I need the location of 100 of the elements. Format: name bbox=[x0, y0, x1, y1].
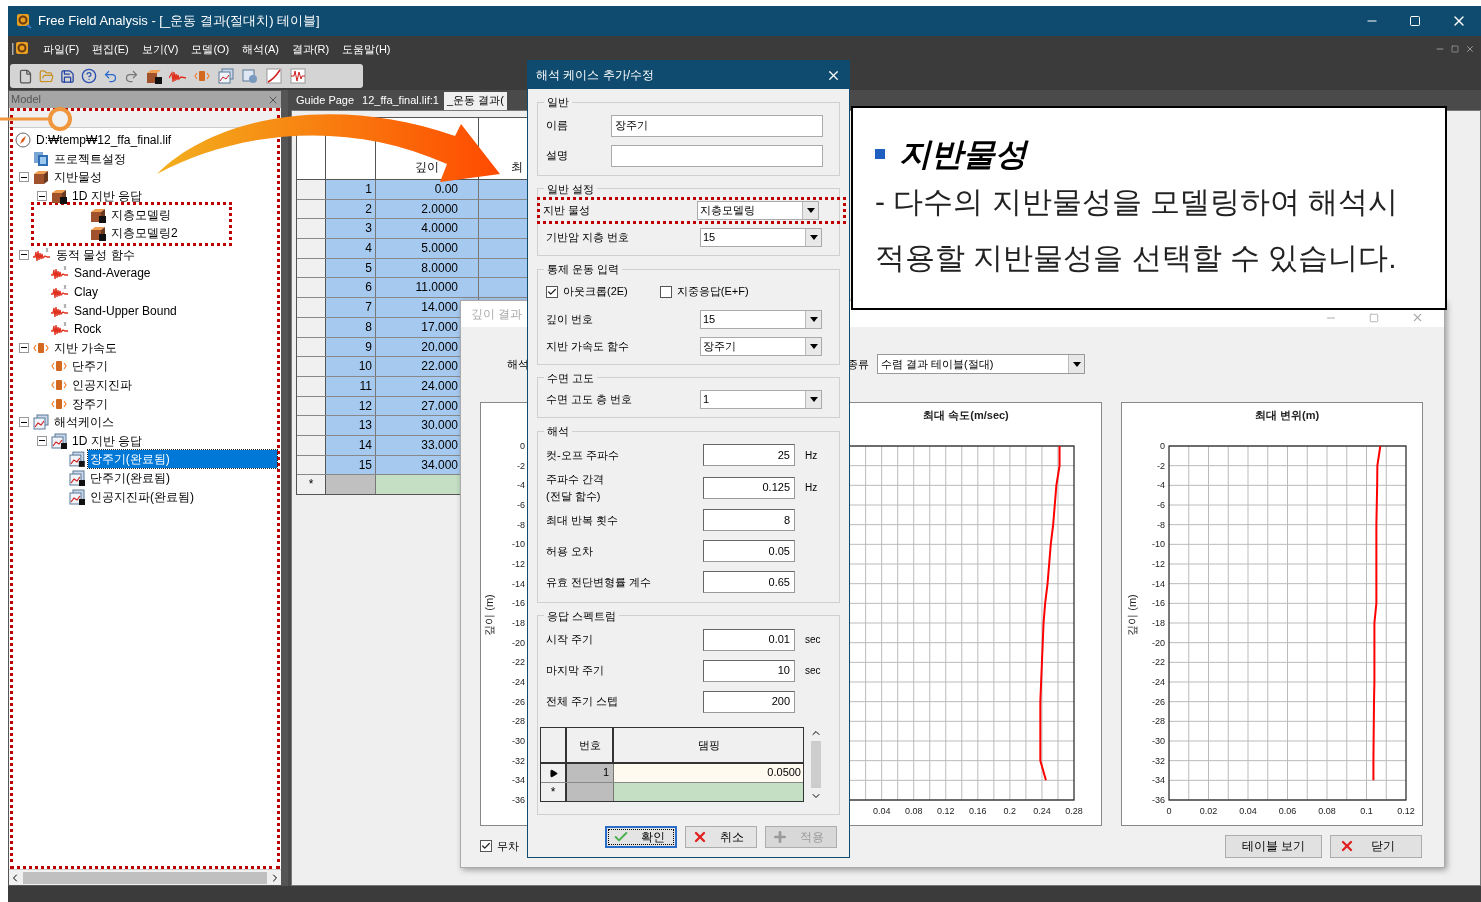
number-field[interactable]: 0.05 bbox=[703, 540, 795, 562]
number-field[interactable]: 25 bbox=[703, 444, 795, 466]
tick-label: -16 bbox=[1152, 597, 1165, 608]
table-cell: 4 bbox=[326, 239, 376, 258]
tick-label: -32 bbox=[512, 755, 525, 766]
menu-item[interactable]: 편집(E) bbox=[92, 40, 129, 58]
panel-title: Model bbox=[11, 92, 41, 108]
number-field[interactable]: 10 bbox=[703, 659, 795, 682]
dropdown[interactable]: 지층모델링 bbox=[697, 201, 819, 220]
group-title: 응답 스펙트럼 bbox=[546, 608, 618, 624]
number-field[interactable]: 0.125 bbox=[703, 476, 795, 499]
document-tab[interactable]: 12_ffa_final.lif:1 bbox=[359, 92, 442, 110]
tree-item[interactable]: 지반 가속도 bbox=[52, 338, 120, 357]
tree-item[interactable]: D:₩temp₩12_ffa_final.lif bbox=[34, 131, 174, 150]
menu-item[interactable]: 모델(O) bbox=[191, 40, 230, 58]
checkbox[interactable]: 아웃크롭(2E) bbox=[546, 283, 628, 300]
tick-label: -22 bbox=[512, 656, 525, 667]
tick-label: 0 bbox=[1160, 440, 1165, 451]
dropdown[interactable]: 15 bbox=[700, 228, 822, 247]
dialog-button[interactable]: 확인 bbox=[605, 826, 677, 848]
dialog-button[interactable]: 취소 bbox=[685, 826, 757, 848]
tree-item[interactable]: 지반물성 bbox=[52, 168, 104, 187]
number-field[interactable]: 0.65 bbox=[703, 571, 795, 593]
number-field[interactable]: 200 bbox=[703, 690, 795, 713]
tree-item[interactable]: Sand-Upper Bound bbox=[72, 301, 179, 320]
menu-item[interactable]: 보기(V) bbox=[141, 40, 179, 58]
tree-item[interactable]: 해석케이스 bbox=[52, 413, 116, 432]
tree-item[interactable]: Rock bbox=[72, 320, 104, 339]
tick-label: -12 bbox=[1152, 558, 1165, 569]
tree-item[interactable]: 장주기 bbox=[70, 394, 110, 413]
unit-label: Hz bbox=[805, 448, 818, 463]
field-label: 허용 오차 bbox=[545, 543, 595, 559]
field-label: 지반 가속도 함수 bbox=[545, 338, 631, 354]
tick-label: 0.2 bbox=[1003, 805, 1017, 816]
number-field[interactable]: 8 bbox=[703, 509, 795, 531]
group-title: 일반 bbox=[546, 95, 570, 110]
tree-item[interactable]: 장주기(완료됨) bbox=[87, 450, 277, 469]
dropdown[interactable]: 수렴 결과 테이블(절대) bbox=[877, 354, 1085, 375]
field-label: 해석 bbox=[507, 356, 529, 372]
tick-label: -2 bbox=[517, 460, 525, 471]
checkbox[interactable]: 무차 bbox=[480, 838, 519, 855]
document-tab[interactable]: _운동 결과( bbox=[443, 92, 507, 110]
menu-item[interactable]: 도움말(H) bbox=[342, 40, 391, 58]
tree-item[interactable]: 1D 지반 응답 bbox=[70, 431, 144, 450]
tree-item[interactable]: 지층모델링2 bbox=[109, 224, 180, 243]
window-button[interactable]: 테이블 보기 bbox=[1225, 834, 1322, 858]
tick-label: -8 bbox=[517, 519, 525, 530]
dropdown[interactable]: 15 bbox=[700, 309, 822, 329]
menu-item[interactable]: 결과(R) bbox=[291, 40, 330, 58]
checkbox[interactable]: 지중응답(E+F) bbox=[659, 283, 749, 300]
unit-label: sec bbox=[805, 664, 821, 678]
menu-item[interactable]: 파일(F) bbox=[43, 40, 80, 58]
tree-item[interactable]: 지층모델링 bbox=[109, 205, 173, 224]
tick-label: -16 bbox=[512, 597, 525, 608]
unit-label: Hz bbox=[805, 481, 818, 495]
tick-label: -2 bbox=[1157, 460, 1165, 471]
field-label: 전체 주기 스텝 bbox=[545, 694, 620, 709]
tick-label: -34 bbox=[1152, 774, 1165, 785]
tree-item[interactable]: 1D 지반 응답 bbox=[70, 187, 144, 206]
field-label: 이름 bbox=[545, 118, 569, 134]
tick-label: -14 bbox=[512, 578, 525, 589]
tick-label: -20 bbox=[512, 637, 525, 648]
group-title: 통제 운동 입력 bbox=[546, 262, 621, 277]
axis-label: 깊이 (m) bbox=[1126, 593, 1138, 636]
tree-item[interactable]: Sand-Average bbox=[72, 264, 153, 283]
callout-heading: 지반물성 bbox=[899, 135, 1027, 174]
tree-item[interactable]: 인공지진파 bbox=[70, 376, 134, 394]
field-label: 기반암 지층 번호 bbox=[545, 230, 631, 246]
table-cell: 10 bbox=[326, 357, 376, 376]
tick-label: 0.08 bbox=[1318, 805, 1336, 816]
group-title: 일반 설정 bbox=[546, 181, 596, 197]
tick-label: -20 bbox=[1152, 637, 1165, 648]
tree-item[interactable]: Clay bbox=[72, 283, 100, 302]
tree-item[interactable]: 동적 물성 함수 bbox=[54, 245, 137, 264]
text-field[interactable]: 장주기 bbox=[611, 114, 823, 137]
menu-item[interactable]: 해석(A) bbox=[242, 40, 279, 58]
group-title: 해석 bbox=[546, 424, 570, 439]
field-label: 최대 반복 횟수 bbox=[545, 512, 620, 528]
tick-label: -4 bbox=[1157, 479, 1165, 490]
tick-label: 0.16 bbox=[969, 805, 987, 816]
field-label: 깊이 번호 bbox=[545, 311, 595, 327]
tree-item[interactable]: 프로젝트설정 bbox=[52, 149, 128, 168]
tick-label: 0.28 bbox=[1065, 805, 1083, 816]
window-title: Free Field Analysis - [_운동 결과(절대치) 테이블] bbox=[38, 12, 320, 31]
number-field[interactable]: 0.01 bbox=[703, 628, 795, 651]
tick-label: -10 bbox=[1152, 538, 1165, 549]
tick-label: 0.08 bbox=[904, 805, 923, 816]
dropdown[interactable]: 1 bbox=[700, 390, 822, 409]
dropdown[interactable]: 장주기 bbox=[700, 336, 822, 356]
document-tab[interactable]: Guide Page bbox=[293, 92, 358, 110]
tree-item[interactable]: 단주기 bbox=[70, 357, 110, 376]
tree-item[interactable]: 단주기(완료됨) bbox=[88, 469, 172, 487]
tick-label: 0.02 bbox=[1199, 805, 1218, 816]
window-button[interactable]: 닫기 bbox=[1330, 834, 1422, 858]
tree-item[interactable]: 인공지진파(완료됨) bbox=[88, 487, 196, 506]
field-label: 마지막 주기 bbox=[545, 663, 606, 678]
table-cell: 0.0500 bbox=[614, 764, 803, 782]
tick-label: -24 bbox=[1152, 676, 1165, 687]
tick-label: 0.04 bbox=[872, 805, 891, 816]
table-cell: 0.00 bbox=[376, 180, 479, 199]
